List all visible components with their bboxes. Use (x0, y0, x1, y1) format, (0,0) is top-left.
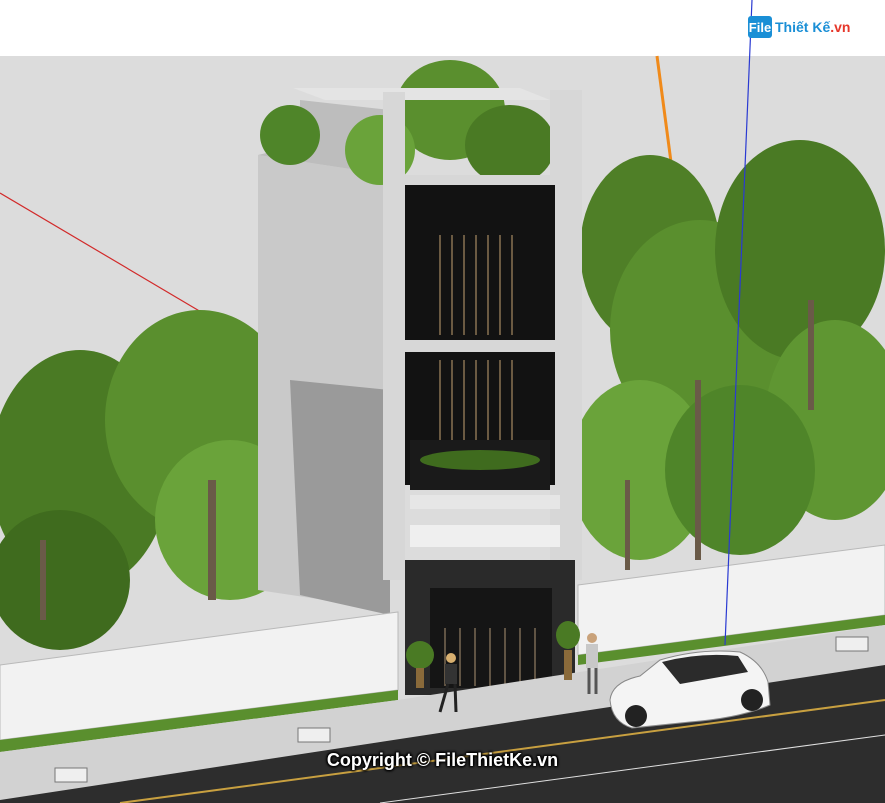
canopy-slab-2 (410, 525, 560, 547)
potted-plant-right (556, 621, 580, 649)
canopy-slab-1 (410, 495, 560, 509)
floor-slab-3 (405, 340, 555, 352)
potted-plant-left (406, 641, 434, 669)
logo-brand-prefix: Thiết Kế (775, 19, 831, 35)
filethietke-logo: File Thiết Kế.vn (748, 14, 850, 40)
copyright-watermark: Copyright © FileThietKe.vn (326, 750, 559, 770)
roof-slab (293, 88, 550, 100)
trees-right (570, 140, 885, 570)
sketchup-3d-render: File Thiết Kế.vn Copyright © FileThietKe… (0, 0, 885, 803)
building-side-shadow (290, 380, 390, 615)
render-canvas (0, 0, 885, 803)
streetlight-base-3 (835, 636, 869, 652)
logo-badge: File (748, 16, 772, 38)
facade-left-pillar (383, 92, 405, 580)
streetlight-base-1 (297, 727, 331, 743)
logo-brand-suffix: .vn (830, 19, 851, 35)
logo-brand-text: Thiết Kế.vn (775, 19, 850, 35)
